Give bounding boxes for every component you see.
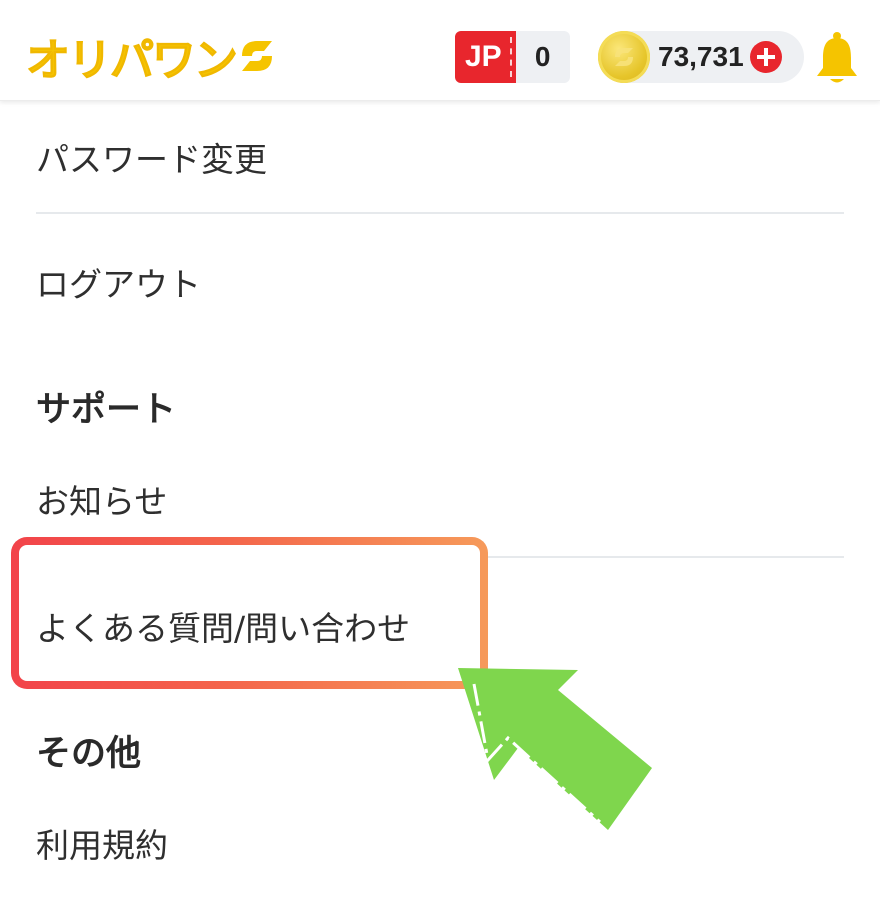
coin-emblem-icon bbox=[615, 48, 633, 66]
app-header: オリパワン JP 0 73,731 bbox=[0, 0, 880, 101]
section-title-support: サポート bbox=[36, 390, 177, 430]
jp-label-text: JP bbox=[465, 40, 502, 73]
jp-ticket-badge[interactable]: JP 0 bbox=[455, 31, 570, 83]
menu-item-logout[interactable]: ログアウト bbox=[36, 258, 201, 306]
menu-item-news[interactable]: お知らせ bbox=[36, 475, 167, 523]
logo[interactable]: オリパワン bbox=[26, 26, 276, 87]
coin-icon bbox=[598, 31, 650, 83]
coin-value: 73,731 bbox=[658, 41, 744, 72]
menu-item-password-change[interactable]: パスワード変更 bbox=[36, 133, 267, 181]
bell-icon[interactable] bbox=[812, 30, 862, 86]
menu-item-terms[interactable]: 利用規約 bbox=[36, 819, 168, 867]
logo-text: オリパワン bbox=[26, 35, 239, 87]
jp-ticket-count: 0 bbox=[515, 31, 570, 83]
jp-ticket-label: JP bbox=[455, 31, 516, 83]
section-title-other: その他 bbox=[36, 734, 142, 774]
divider bbox=[36, 212, 844, 214]
menu-item-faq-contact[interactable]: よくある質問/問い合わせ bbox=[36, 602, 410, 650]
coin-balance[interactable]: 73,731 bbox=[598, 31, 804, 83]
pointer-arrow-icon bbox=[458, 668, 652, 830]
ticket-perforation bbox=[509, 37, 512, 77]
logo-mark-icon bbox=[242, 41, 272, 71]
plus-icon[interactable] bbox=[749, 41, 782, 73]
